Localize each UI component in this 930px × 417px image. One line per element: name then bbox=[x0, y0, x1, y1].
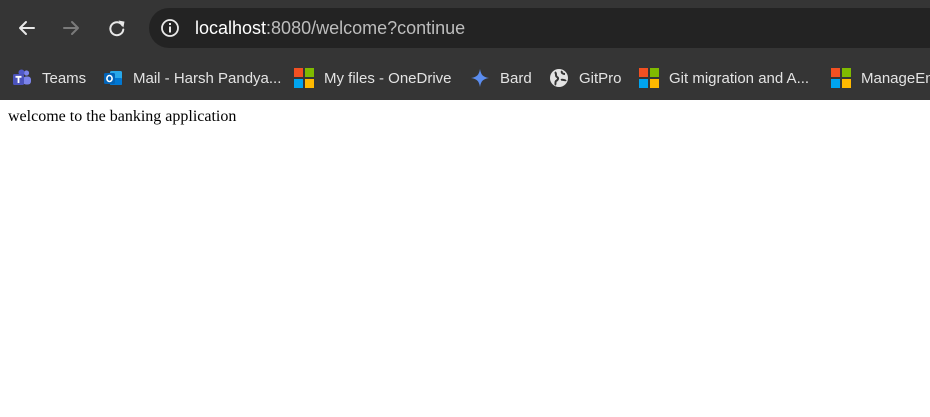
bookmark-git-migration[interactable]: Git migration and A... bbox=[639, 64, 809, 92]
bookmark-label: My files - OneDrive bbox=[324, 69, 452, 87]
outlook-icon bbox=[103, 68, 123, 88]
reload-icon bbox=[109, 20, 125, 37]
bookmark-teams[interactable]: Teams bbox=[12, 64, 86, 92]
address-bar[interactable]: localhost:8080/welcome?continue bbox=[149, 8, 930, 48]
microsoft-icon bbox=[639, 68, 659, 88]
bookmark-bard[interactable]: Bard bbox=[470, 64, 532, 92]
back-arrow-icon bbox=[19, 21, 35, 35]
bookmark-label: ManageEng bbox=[861, 69, 930, 87]
bookmark-label: Teams bbox=[42, 69, 87, 87]
site-info-icon[interactable] bbox=[160, 18, 180, 38]
bard-sparkle-icon bbox=[470, 68, 490, 88]
bookmark-label: Mail - Harsh Pandya... bbox=[133, 69, 282, 87]
teams-icon bbox=[12, 68, 32, 88]
url-host: localhost bbox=[195, 18, 267, 38]
forward-arrow-icon bbox=[63, 21, 79, 35]
bookmark-label: Git migration and A... bbox=[669, 69, 810, 87]
welcome-message: welcome to the banking application bbox=[8, 108, 237, 125]
bookmark-label: GitPro bbox=[579, 69, 622, 87]
forward-button[interactable] bbox=[55, 12, 87, 44]
bookmarks-bar: Teams Mail - Harsh Pandya... My files - … bbox=[0, 56, 930, 100]
bookmark-onedrive[interactable]: My files - OneDrive bbox=[294, 64, 452, 92]
microsoft-icon bbox=[831, 68, 851, 88]
bookmark-gitpro[interactable]: GitPro bbox=[549, 64, 622, 92]
bookmark-mail[interactable]: Mail - Harsh Pandya... bbox=[103, 64, 281, 92]
browser-toolbar: localhost:8080/welcome?continue bbox=[0, 0, 930, 56]
back-button[interactable] bbox=[11, 12, 43, 44]
reload-button[interactable] bbox=[101, 12, 133, 44]
microsoft-icon bbox=[294, 68, 314, 88]
url-path: :8080/welcome?continue bbox=[266, 18, 466, 38]
url-text[interactable]: localhost:8080/welcome?continue bbox=[195, 18, 465, 38]
bookmark-label: Bard bbox=[500, 69, 532, 87]
bookmark-manageeng[interactable]: ManageEng bbox=[831, 64, 930, 92]
globe-icon bbox=[549, 68, 569, 88]
